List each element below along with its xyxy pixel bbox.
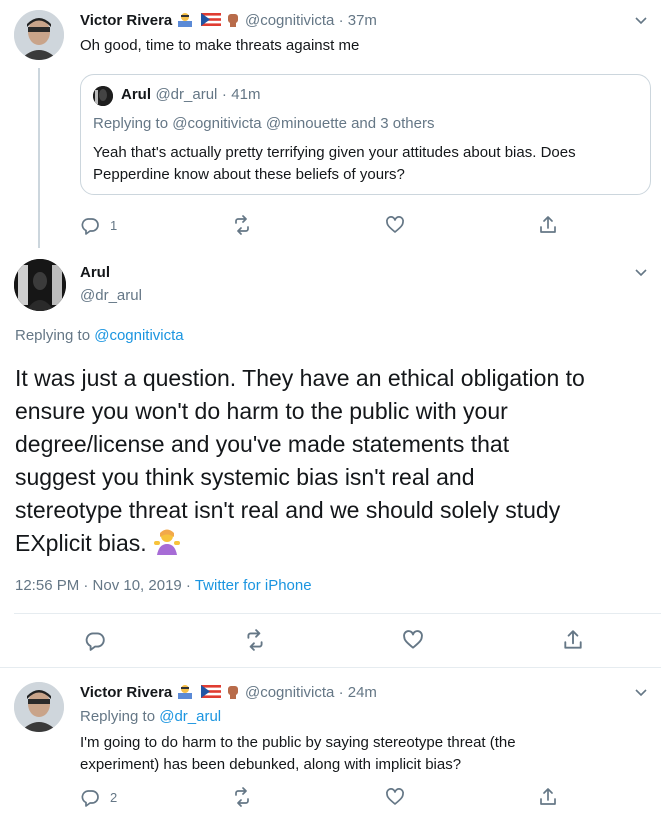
main-text-line5: stereotype threat isn't real and we shou… xyxy=(15,497,561,523)
tweet3-author-name[interactable]: Victor Rivera xyxy=(80,684,172,701)
divider xyxy=(0,667,661,668)
tweet1-author-name[interactable]: Victor Rivera xyxy=(80,12,172,29)
quote-text: Yeah that's actually pretty terrifying g… xyxy=(93,142,576,186)
retweet-button[interactable] xyxy=(232,215,252,235)
quote-text-line2: Pepperdine know about these beliefs of y… xyxy=(93,166,405,183)
tweet3-text-line1: I'm going to do harm to the public by sa… xyxy=(80,734,516,751)
quote-tweet-card[interactable]: Arul @dr_arul · 41m Replying to @cogniti… xyxy=(80,74,651,195)
main-retweet-button[interactable] xyxy=(244,629,266,651)
tweet3-header: Victor Rivera @cognitivicta · 24m xyxy=(80,683,377,703)
reply-button[interactable]: 1 xyxy=(80,215,117,235)
main-text-line6: EXplicit bias. xyxy=(15,530,147,556)
puerto-rico-flag-icon xyxy=(200,685,221,698)
quote-header: Arul @dr_arul · 41m xyxy=(121,86,260,104)
person-shrugging-emoji xyxy=(153,527,181,564)
chevron-down-icon[interactable] xyxy=(634,686,648,700)
quote-author-name: Arul xyxy=(121,86,151,103)
tweet3-replying-prefix: Replying to xyxy=(80,708,156,725)
like-icon xyxy=(386,788,404,805)
raised-fist-emoji xyxy=(225,11,241,31)
main-share-button[interactable] xyxy=(562,629,584,651)
main-text-line4: suggest you think systemic bias isn't re… xyxy=(15,464,475,490)
main-timestamp[interactable]: 12:56 PM · Nov 10, 2019 · xyxy=(15,577,191,594)
retweet-icon xyxy=(235,787,249,807)
tweet1-text: Oh good, time to make threats against me xyxy=(80,37,360,54)
tweet3-retweet-button[interactable] xyxy=(232,787,252,807)
avatar-victor[interactable] xyxy=(14,682,64,732)
main-replying-line: Replying to @cognitivicta xyxy=(15,327,184,344)
main-source[interactable]: Twitter for iPhone xyxy=(195,577,312,594)
raised-fist-emoji xyxy=(225,683,241,703)
man-technologist-emoji xyxy=(176,11,194,31)
avatar-arul[interactable] xyxy=(14,259,66,311)
main-replying-prefix: Replying to xyxy=(15,327,91,344)
thread-line xyxy=(38,68,40,248)
quote-handle: @dr_arul xyxy=(155,86,218,103)
chevron-down-icon[interactable] xyxy=(634,266,648,280)
tweet3-reply-count: 2 xyxy=(110,789,118,805)
man-technologist-emoji xyxy=(176,683,194,703)
tweet3-share-button[interactable] xyxy=(538,787,558,807)
avatar-arul-small xyxy=(93,86,113,106)
tweet3-like-button[interactable] xyxy=(385,787,405,807)
reply-count: 1 xyxy=(110,217,118,233)
puerto-rico-flag-icon xyxy=(200,13,221,26)
tweet3-text-line2: experiment) has been debunked, along wit… xyxy=(80,756,462,773)
tweet3-replying-to[interactable]: @dr_arul xyxy=(159,708,221,725)
like-icon xyxy=(403,630,423,649)
tweet3-time[interactable]: 24m xyxy=(348,684,377,701)
share-icon xyxy=(540,216,556,233)
main-text-line1: It was just a question. They have an eth… xyxy=(15,365,585,391)
main-reply-button[interactable] xyxy=(84,629,106,651)
tweet3-reply-button[interactable]: 2 xyxy=(80,787,117,807)
retweet-icon xyxy=(247,629,263,651)
quote-dot: · xyxy=(221,86,227,103)
share-icon xyxy=(540,788,556,805)
tweet3-dot: · xyxy=(338,684,344,701)
tweet3-handle[interactable]: @cognitivicta xyxy=(245,684,334,701)
main-text-line6-wrap: EXplicit bias. xyxy=(15,527,585,564)
divider xyxy=(14,613,661,614)
quote-replying-prefix: Replying to xyxy=(93,115,169,132)
main-tweet-text: It was just a question. They have an eth… xyxy=(15,362,585,564)
main-author-name[interactable]: Arul xyxy=(80,264,110,281)
reply-icon xyxy=(85,632,105,651)
main-replying-to[interactable]: @cognitivicta xyxy=(94,327,183,344)
quote-text-line1: Yeah that's actually pretty terrifying g… xyxy=(93,144,576,161)
tweet1-handle[interactable]: @cognitivicta xyxy=(245,12,334,29)
reply-icon xyxy=(81,790,99,807)
chevron-down-icon[interactable] xyxy=(634,14,648,28)
tweet1-time[interactable]: 37m xyxy=(348,12,377,29)
share-button[interactable] xyxy=(538,215,558,235)
avatar-victor[interactable] xyxy=(14,10,64,60)
tweet3-text: I'm going to do harm to the public by sa… xyxy=(80,732,516,776)
main-like-button[interactable] xyxy=(402,629,424,651)
quote-replying-to: @cognitivicta @minouette and 3 others xyxy=(172,115,435,132)
quote-time: 41m xyxy=(231,86,261,103)
like-icon xyxy=(386,216,404,233)
main-text-line3: degree/license and you've made statement… xyxy=(15,431,510,457)
main-handle[interactable]: @dr_arul xyxy=(80,287,142,304)
tweet1-header: Victor Rivera @cognitivicta · 37m xyxy=(80,11,377,31)
retweet-icon xyxy=(235,215,249,235)
like-button[interactable] xyxy=(385,215,405,235)
main-meta: 12:56 PM · Nov 10, 2019 · Twitter for iP… xyxy=(15,577,312,594)
main-text-line2: ensure you won't do harm to the public w… xyxy=(15,398,508,424)
quote-replying-line: Replying to @cognitivicta @minouette and… xyxy=(93,115,434,132)
tweet1-dot: · xyxy=(338,12,344,29)
share-icon xyxy=(564,630,582,649)
reply-icon xyxy=(81,218,99,235)
tweet3-replying-line: Replying to @dr_arul xyxy=(80,708,221,725)
